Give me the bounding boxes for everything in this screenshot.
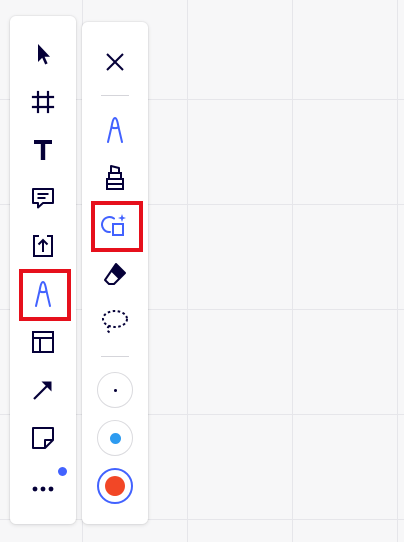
highlighter-icon [106,165,124,190]
pen-tool-button[interactable] [10,272,76,316]
text-tool-button[interactable] [10,128,76,172]
pen-button[interactable] [82,108,148,152]
lasso-button[interactable] [82,300,148,344]
eraser-icon [104,263,126,285]
sticky-note-icon [32,427,54,449]
stroke-size-large[interactable] [97,468,133,504]
smart-shapes-icon [101,214,126,236]
pen-toolbar [82,22,148,524]
text-icon [34,140,52,160]
frame-tool-button[interactable] [10,80,76,124]
comment-icon [32,188,54,209]
comment-tool-button[interactable] [10,176,76,220]
smart-drawing-button[interactable] [82,204,148,248]
highlighter-button[interactable] [82,156,148,200]
templates-tool-button[interactable] [10,320,76,364]
more-dots-icon [32,486,54,492]
size-dot [105,476,125,496]
pen-icon [107,117,123,143]
eraser-button[interactable] [82,252,148,296]
close-icon [106,53,124,71]
main-toolbar [10,16,76,524]
stroke-size-small[interactable] [97,372,133,408]
size-dot [113,388,117,392]
pen-icon [35,281,51,307]
connection-line-tool-button[interactable] [10,368,76,412]
arrow-line-icon [33,381,52,400]
layout-template-icon [32,331,54,353]
notification-dot [58,467,67,476]
upload-tool-button[interactable] [10,224,76,268]
select-tool-button[interactable] [10,32,76,76]
stroke-size-medium[interactable] [97,420,133,456]
cursor-arrow-icon [38,44,50,65]
close-pen-toolbar-button[interactable] [82,40,148,84]
size-dot [109,432,121,444]
divider [101,95,129,96]
divider [101,356,129,357]
upload-icon [33,235,53,257]
lasso-icon [102,310,128,334]
sticky-note-tool-button[interactable] [10,416,76,460]
frame-icon [31,90,55,114]
